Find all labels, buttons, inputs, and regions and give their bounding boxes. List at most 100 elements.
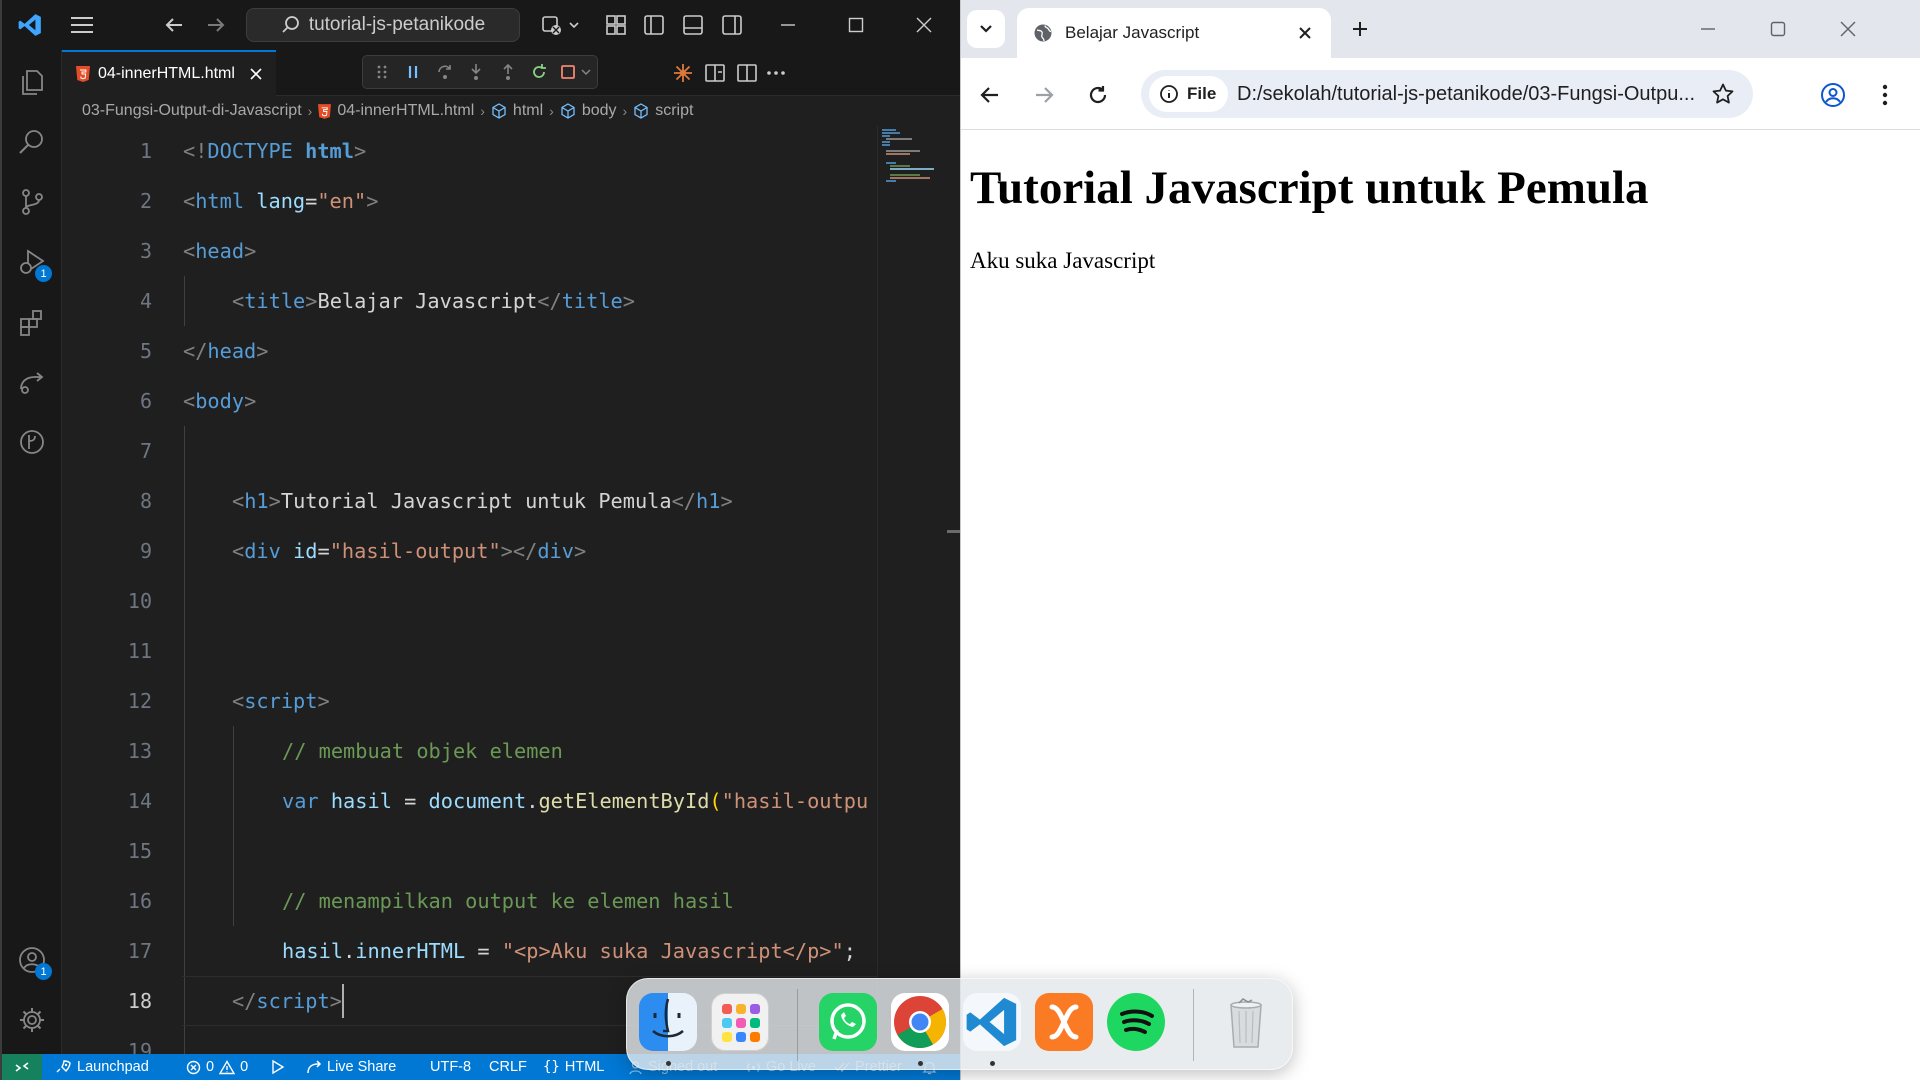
chrome-maximize-button[interactable] <box>1743 0 1813 58</box>
chrome-close-button[interactable] <box>1813 0 1883 58</box>
arrow-left-icon <box>979 84 1001 106</box>
copilot-sparkle-icon[interactable] <box>672 50 702 96</box>
step-into-icon[interactable] <box>465 60 486 84</box>
line-number: 5 <box>139 339 152 363</box>
finder-icon[interactable] <box>639 993 697 1051</box>
pause-icon[interactable] <box>402 60 423 84</box>
remote-indicator-icon[interactable] <box>2 1054 42 1080</box>
cube-symbol-icon <box>633 103 649 119</box>
profile-button[interactable] <box>1814 76 1852 114</box>
step-out-icon[interactable] <box>497 60 518 84</box>
site-info-label: File <box>1187 84 1217 103</box>
extensions-icon[interactable] <box>2 294 62 350</box>
chrome-menu-button[interactable] <box>1866 76 1904 114</box>
search-view-icon[interactable] <box>2 114 62 170</box>
code-line: 2 <html lang="en"> <box>62 176 878 226</box>
settings-gear-icon[interactable] <box>2 992 62 1048</box>
tab-search-button[interactable] <box>967 10 1005 48</box>
code-comment: // membuat objek elemen <box>282 739 563 763</box>
live-share-icon <box>306 1059 322 1075</box>
code-line: 4 <title>Belajar Javascript</title> <box>62 276 878 326</box>
restart-icon[interactable] <box>528 60 549 84</box>
address-bar[interactable]: File D:/sekolah/tutorial-js-petanikode/0… <box>1141 70 1753 118</box>
rocket-icon <box>54 1059 72 1075</box>
site-info-chip[interactable]: File <box>1149 76 1229 112</box>
line-number: 10 <box>127 589 152 613</box>
spotify-icon[interactable] <box>1107 993 1165 1051</box>
toggle-panel-icon[interactable] <box>679 0 707 50</box>
toggle-secondary-sidebar-icon[interactable] <box>718 0 746 50</box>
tab-innerhtml-file[interactable]: 04-innerHTML.html <box>62 50 276 96</box>
more-actions-icon[interactable] <box>766 50 796 96</box>
customize-layout-icon[interactable] <box>602 0 630 50</box>
remote-explorer-icon[interactable] <box>2 354 62 410</box>
page-paragraph: Aku suka Javascript <box>970 248 1156 273</box>
step-over-icon[interactable] <box>434 60 455 84</box>
vscode-icon[interactable] <box>963 993 1021 1051</box>
explorer-icon[interactable] <box>2 54 62 110</box>
problems-status[interactable]: 0 0 <box>186 1054 248 1080</box>
command-center-search[interactable]: tutorial-js-petanikode <box>246 8 520 42</box>
debug-status-icon[interactable] <box>268 1054 286 1080</box>
cube-symbol-icon <box>491 103 507 119</box>
language-status[interactable]: {} HTML <box>543 1054 604 1080</box>
line-number: 11 <box>127 639 152 663</box>
eol-status[interactable]: CRLF <box>489 1054 527 1080</box>
split-editor-icon[interactable] <box>736 50 766 96</box>
bookmark-star-icon[interactable] <box>1711 82 1735 106</box>
minimize-button[interactable] <box>754 0 822 50</box>
tab-close-icon[interactable] <box>249 67 263 81</box>
tab-close-icon[interactable] <box>1293 21 1317 45</box>
accounts-icon[interactable]: 1 <box>2 932 62 988</box>
launchpad-icon[interactable] <box>711 993 769 1051</box>
scrollbar-indicator[interactable] <box>947 530 960 533</box>
drag-handle-icon[interactable] <box>371 60 392 84</box>
nav-forward-icon[interactable] <box>198 0 234 50</box>
error-icon <box>186 1060 201 1075</box>
chrome-minimize-button[interactable] <box>1673 0 1743 58</box>
editor-tabs-bar: 04-innerHTML.html <box>62 50 960 96</box>
new-tab-button[interactable] <box>1345 14 1375 44</box>
forward-button[interactable] <box>1025 76 1063 114</box>
back-button[interactable] <box>971 76 1009 114</box>
launchpad-status[interactable]: Launchpad <box>54 1054 149 1080</box>
line-number: 18 <box>127 989 152 1013</box>
stop-icon[interactable] <box>560 60 597 84</box>
trash-icon[interactable] <box>1217 993 1275 1051</box>
code-text: var hasil = document.getElementById("has… <box>282 789 869 813</box>
menu-hamburger-icon[interactable] <box>62 0 102 50</box>
open-preview-icon[interactable] <box>704 50 734 96</box>
kebab-menu-icon <box>1882 84 1888 106</box>
live-share-label: Live Share <box>327 1059 397 1075</box>
git-graph-icon[interactable] <box>2 414 62 470</box>
source-control-icon[interactable] <box>2 174 62 230</box>
reload-button[interactable] <box>1079 76 1117 114</box>
toggle-primary-sidebar-icon[interactable] <box>640 0 668 50</box>
whatsapp-icon[interactable] <box>819 993 877 1051</box>
code-line: 15 <box>62 826 878 876</box>
breadcrumb-script[interactable]: script <box>655 102 693 120</box>
breadcrumb-html[interactable]: html <box>513 102 543 120</box>
debug-run-dropdown-icon[interactable] <box>536 0 584 50</box>
breadcrumb-body[interactable]: body <box>582 102 617 120</box>
breadcrumb-file[interactable]: 04-innerHTML.html <box>337 102 474 120</box>
chrome-icon[interactable] <box>891 993 949 1051</box>
code-editor[interactable]: 1 <!DOCTYPE html> 2 <html lang="en"> 3 <… <box>62 126 878 1054</box>
line-number: 14 <box>127 789 152 813</box>
close-window-button[interactable] <box>890 0 958 50</box>
breadcrumb-folder[interactable]: 03-Fungsi-Output-di-Javascript <box>82 102 302 120</box>
encoding-status[interactable]: UTF-8 <box>430 1054 471 1080</box>
code-text: <title>Belajar Javascript</title> <box>232 289 635 313</box>
html5-file-icon <box>76 66 90 82</box>
code-text: <h1>Tutorial Javascript untuk Pemula</h1… <box>232 489 733 513</box>
nav-back-icon[interactable] <box>156 0 192 50</box>
line-number: 19 <box>127 1039 152 1054</box>
xampp-icon[interactable] <box>1035 993 1093 1051</box>
code-text: <body> <box>183 389 257 413</box>
live-share-status[interactable]: Live Share <box>306 1054 396 1080</box>
minimap[interactable] <box>878 126 948 1054</box>
url-text[interactable]: D:/sekolah/tutorial-js-petanikode/03-Fun… <box>1237 70 1699 118</box>
maximize-button[interactable] <box>822 0 890 50</box>
chrome-tab-belajar[interactable]: Belajar Javascript <box>1017 8 1331 58</box>
run-debug-icon[interactable]: 1 <box>2 234 62 290</box>
